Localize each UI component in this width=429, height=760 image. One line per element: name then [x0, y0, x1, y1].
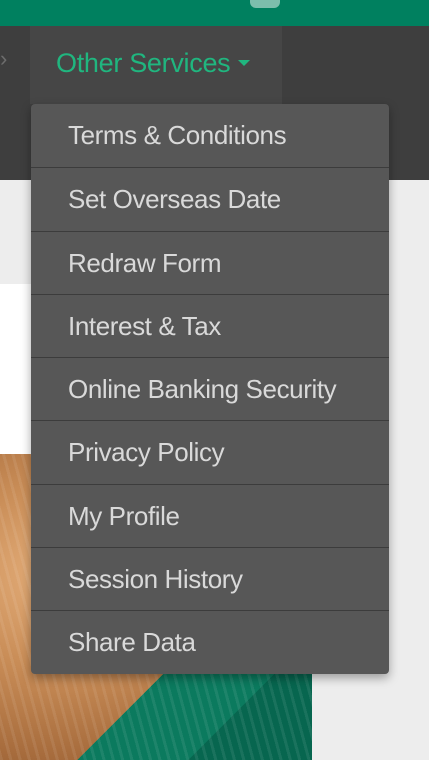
menu-item-terms-conditions[interactable]: Terms & Conditions	[31, 104, 389, 167]
top-brand-strip	[0, 0, 429, 26]
menu-item-online-banking-security[interactable]: Online Banking Security	[31, 357, 389, 420]
header-text-fragment	[250, 0, 280, 8]
caret-down-icon	[238, 59, 251, 66]
menu-item-my-profile[interactable]: My Profile	[31, 483, 389, 547]
menu-item-redraw-form[interactable]: Redraw Form	[31, 230, 389, 294]
menu-item-interest-tax[interactable]: Interest & Tax	[31, 293, 389, 357]
previous-nav-item-edge[interactable]: ›	[0, 26, 7, 104]
menu-item-privacy-policy[interactable]: Privacy Policy	[31, 420, 389, 483]
menu-item-set-overseas-date[interactable]: Set Overseas Date	[31, 167, 389, 230]
nav-item-label: Other Services	[56, 48, 231, 78]
nav-item-other-services[interactable]: Other Services	[30, 26, 282, 104]
other-services-dropdown-menu: Terms & Conditions Set Overseas Date Red…	[31, 104, 389, 674]
menu-item-session-history[interactable]: Session History	[31, 547, 389, 610]
menu-item-share-data[interactable]: Share Data	[31, 610, 389, 673]
